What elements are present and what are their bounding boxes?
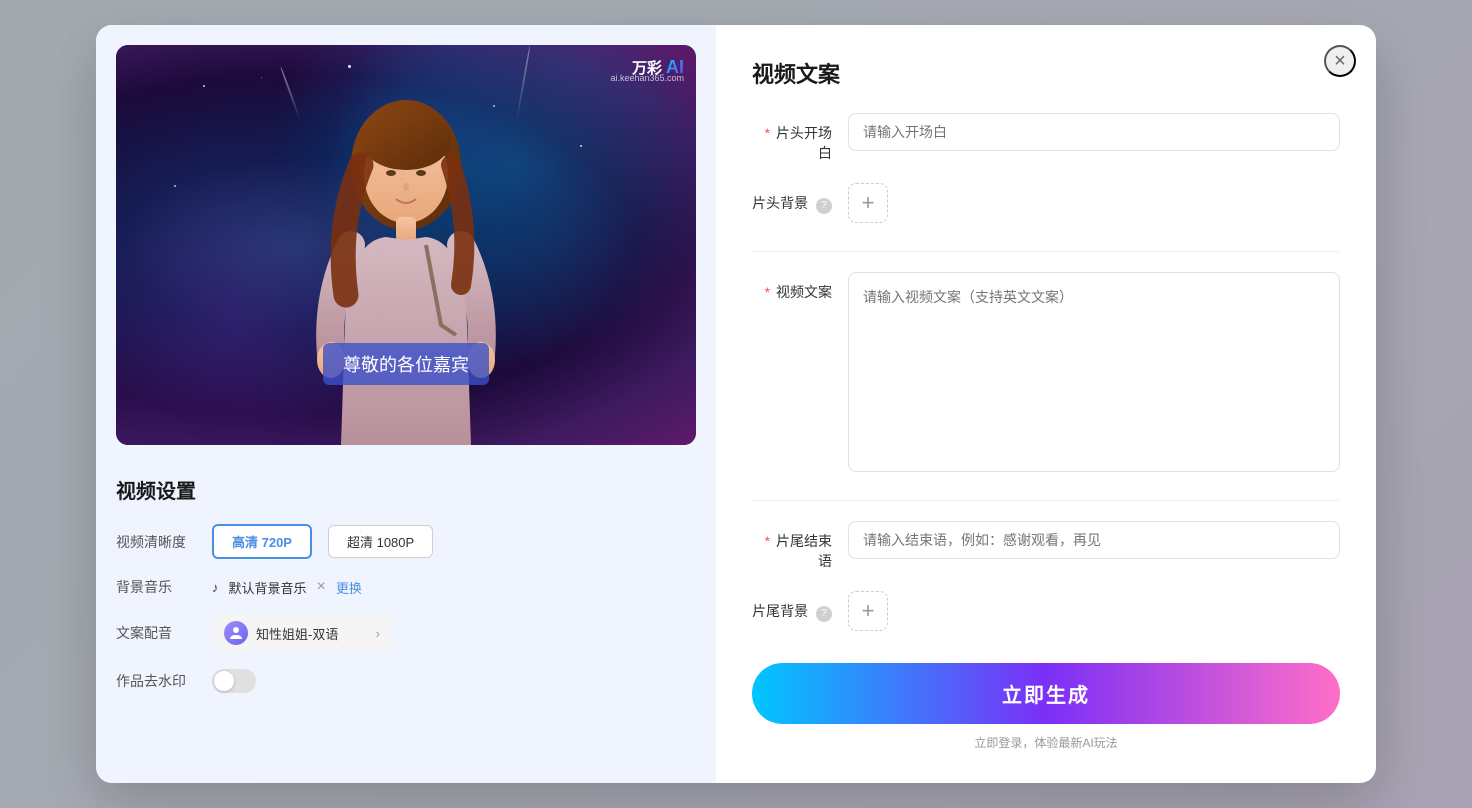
form-group-content: * 视频文案 xyxy=(752,272,1340,472)
avatar-figure xyxy=(296,95,516,445)
intro-label-text: 片头开场白 xyxy=(776,125,832,161)
outro-input[interactable] xyxy=(848,521,1340,559)
toggle-knob xyxy=(214,671,234,691)
divider-1 xyxy=(752,251,1340,252)
content-textarea[interactable] xyxy=(848,272,1340,472)
intro-input[interactable] xyxy=(848,113,1340,151)
voice-control[interactable]: 知性姐姐-双语 › xyxy=(212,615,392,651)
voice-label: 文案配音 xyxy=(116,623,196,643)
required-star-3: * xyxy=(765,533,770,549)
music-name: 默认背景音乐 xyxy=(229,578,307,597)
music-setting-row: 背景音乐 ♪ 默认背景音乐 × 更换 xyxy=(116,577,696,597)
right-panel: × 视频文案 * 片头开场白 片头背景 ? + xyxy=(716,25,1376,783)
modal-overlay: 万彩 AI ai.keehan365.com 尊敬的各位嘉宾 视频设置 视频清晰… xyxy=(0,0,1472,808)
voice-setting-row: 文案配音 知性姐姐-双语 › xyxy=(116,615,696,651)
form-group-outro: * 片尾结束语 xyxy=(752,521,1340,571)
watermark-url: ai.keehan365.com xyxy=(610,73,684,83)
intro-bg-label-text: 片头背景 xyxy=(752,195,808,211)
content-label: * 视频文案 xyxy=(752,272,832,302)
generate-button[interactable]: 立即生成 xyxy=(752,663,1340,724)
outro-bg-add-btn[interactable]: + xyxy=(848,591,888,631)
generate-hint-text: 立即登录，体验最新AI玩法 xyxy=(974,736,1117,750)
music-control[interactable]: ♪ 默认背景音乐 × 更换 xyxy=(212,578,362,597)
quality-label: 视频清晰度 xyxy=(116,532,196,552)
outro-bg-help-icon[interactable]: ? xyxy=(816,606,832,622)
form-group-outro-bg: 片尾背景 ? + xyxy=(752,591,1340,631)
watermark-toggle-label: 作品去水印 xyxy=(116,671,196,691)
voice-arrow-icon: › xyxy=(376,626,380,641)
video-preview-wrapper: 万彩 AI ai.keehan365.com 尊敬的各位嘉宾 xyxy=(116,45,696,445)
quality-1080p-btn[interactable]: 超清 1080P xyxy=(328,525,433,558)
intro-bg-label: 片头背景 ? xyxy=(752,183,832,214)
watermark-toggle[interactable] xyxy=(212,669,256,693)
outro-label: * 片尾结束语 xyxy=(752,521,832,571)
voice-name: 知性姐姐-双语 xyxy=(256,624,338,643)
form-group-intro: * 片头开场白 xyxy=(752,113,1340,163)
video-preview: 万彩 AI ai.keehan365.com 尊敬的各位嘉宾 xyxy=(116,45,696,445)
form-group-intro-bg: 片头背景 ? + xyxy=(752,183,1340,223)
outro-bg-label-text: 片尾背景 xyxy=(752,603,808,619)
subtitle-bar: 尊敬的各位嘉宾 xyxy=(323,343,489,385)
video-settings: 视频设置 视频清晰度 高清 720P 超清 1080P 背景音乐 ♪ 默认背景音… xyxy=(116,465,696,721)
generate-hint: 立即登录，体验最新AI玩法 xyxy=(752,734,1340,751)
left-panel: 万彩 AI ai.keehan365.com 尊敬的各位嘉宾 视频设置 视频清晰… xyxy=(96,25,716,783)
panel-title: 视频文案 xyxy=(752,57,1340,89)
outro-label-text: 片尾结束语 xyxy=(776,533,832,569)
required-star: * xyxy=(765,125,770,141)
close-button[interactable]: × xyxy=(1324,45,1356,77)
required-star-2: * xyxy=(765,284,770,300)
quality-setting-row: 视频清晰度 高清 720P 超清 1080P xyxy=(116,524,696,559)
voice-avatar xyxy=(224,621,248,645)
settings-title: 视频设置 xyxy=(116,475,696,504)
music-note-icon: ♪ xyxy=(212,580,219,595)
music-replace-btn[interactable]: 更换 xyxy=(336,578,362,597)
content-label-text: 视频文案 xyxy=(776,284,832,300)
intro-bg-help-icon[interactable]: ? xyxy=(816,198,832,214)
outro-bg-label: 片尾背景 ? xyxy=(752,591,832,622)
music-label: 背景音乐 xyxy=(116,577,196,597)
intro-bg-add-btn[interactable]: + xyxy=(848,183,888,223)
music-close-btn[interactable]: × xyxy=(317,578,326,596)
main-modal: 万彩 AI ai.keehan365.com 尊敬的各位嘉宾 视频设置 视频清晰… xyxy=(96,25,1376,783)
intro-label: * 片头开场白 xyxy=(752,113,832,163)
watermark-setting-row: 作品去水印 xyxy=(116,669,696,693)
quality-720p-btn[interactable]: 高清 720P xyxy=(212,524,312,559)
divider-2 xyxy=(752,500,1340,501)
